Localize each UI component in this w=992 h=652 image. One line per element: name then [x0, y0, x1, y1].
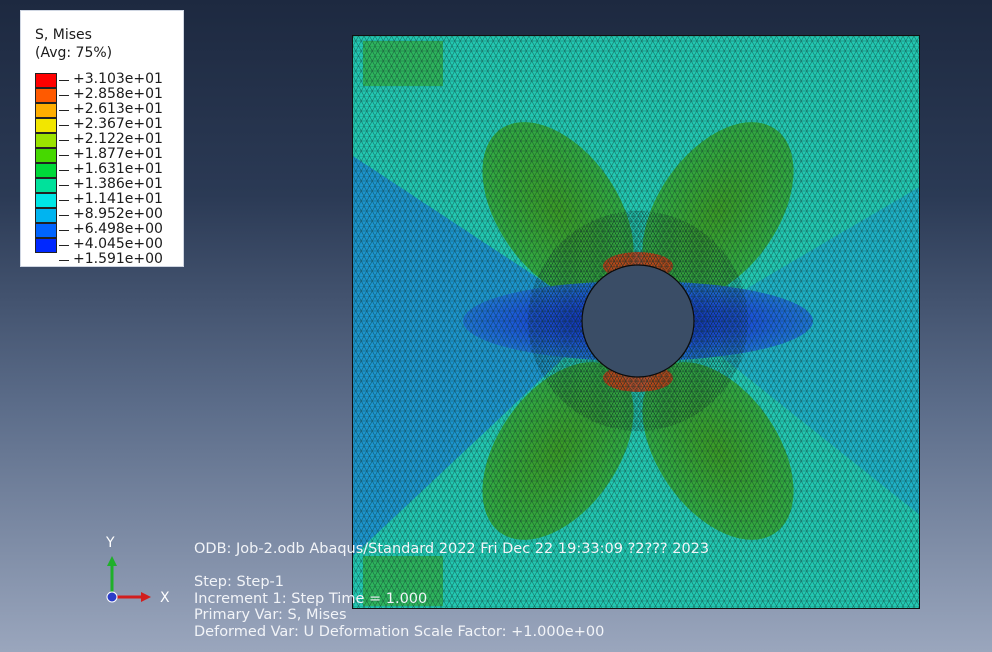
legend-swatch	[35, 163, 57, 178]
contour-legend: S, Mises (Avg: 75%) +3.103e+01 +2.858e+01…	[20, 10, 184, 267]
step-line: Step: Step-1	[194, 574, 284, 590]
legend-swatch	[35, 223, 57, 238]
legend-tick	[59, 80, 69, 81]
legend-swatch	[35, 178, 57, 193]
legend-tick	[59, 140, 69, 141]
legend-value: +1.591e+00	[73, 251, 163, 267]
legend-tick	[59, 230, 69, 231]
increment-line: Increment 1: Step Time = 1.000	[194, 590, 428, 607]
legend-value: +1.631e+01	[73, 161, 163, 177]
y-axis-arrowhead	[107, 556, 117, 566]
legend-value: +2.613e+01	[73, 101, 163, 117]
legend-value: +8.952e+00	[73, 206, 163, 222]
legend-swatch	[35, 208, 57, 223]
odb-line: ODB: Job-2.odb Abaqus/Standard 2022 Fri …	[194, 541, 710, 557]
x-axis-arrowhead	[141, 592, 151, 602]
legend-tick	[59, 260, 69, 261]
legend-swatch	[35, 238, 57, 253]
legend-tick	[59, 95, 69, 96]
legend-swatch	[35, 148, 57, 163]
odb-info-block: ODB: Job-2.odb Abaqus/Standard 2022 Fri …	[194, 541, 709, 640]
legend-value: +1.386e+01	[73, 176, 163, 192]
legend-value: +4.045e+00	[73, 236, 163, 252]
legend-tick	[59, 215, 69, 216]
stress-contour-plot	[353, 36, 919, 608]
legend-value: +2.122e+01	[73, 131, 163, 147]
legend-title: S, Mises	[35, 27, 92, 43]
legend-tick	[59, 245, 69, 246]
y-axis-label: Y	[105, 535, 115, 551]
legend-value: +2.858e+01	[73, 86, 163, 102]
legend-tick	[59, 110, 69, 111]
legend-tick	[59, 125, 69, 126]
legend-swatch	[35, 103, 57, 118]
primary-var-line: Primary Var: S, Mises	[194, 607, 347, 623]
legend-value: +3.103e+01	[73, 71, 163, 87]
legend-tick	[59, 200, 69, 201]
fe-model-viewport[interactable]	[352, 35, 920, 609]
coordinate-triad: Y X	[98, 532, 188, 612]
deformed-var-line: Deformed Var: U Deformation Scale Factor…	[194, 623, 605, 640]
legend-value: +2.367e+01	[73, 116, 163, 132]
legend-value: +1.877e+01	[73, 146, 163, 162]
legend-value: +6.498e+00	[73, 221, 163, 237]
legend-tick	[59, 185, 69, 186]
legend-tick	[59, 155, 69, 156]
legend-swatch	[35, 193, 57, 208]
legend-swatch	[35, 73, 57, 88]
x-axis-label: X	[160, 590, 170, 606]
legend-swatch	[35, 133, 57, 148]
legend-swatch	[35, 118, 57, 133]
legend-value: +1.141e+01	[73, 191, 163, 207]
z-axis-marker	[106, 591, 118, 603]
legend-swatch	[35, 88, 57, 103]
legend-subtitle: (Avg: 75%)	[35, 45, 113, 61]
legend-tick	[59, 170, 69, 171]
hole	[581, 264, 695, 378]
